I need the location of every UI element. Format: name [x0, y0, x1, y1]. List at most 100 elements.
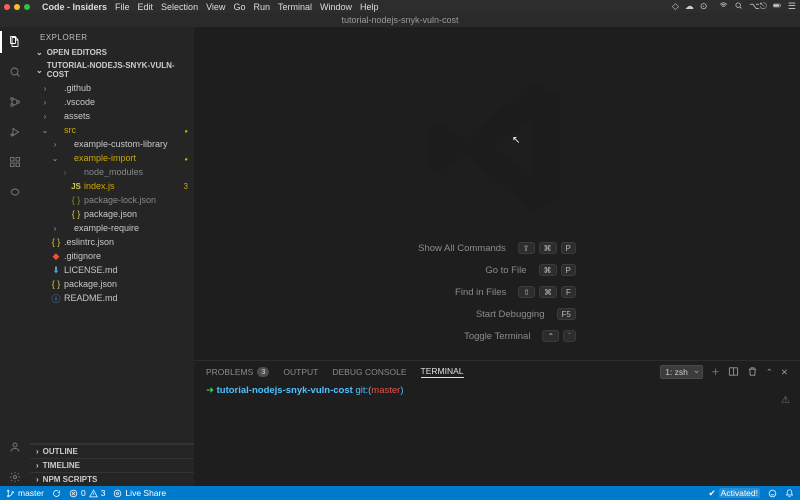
explorer-tab[interactable] — [6, 33, 24, 51]
live-share-tab[interactable] — [6, 183, 24, 201]
status-icon[interactable]: ⊙ — [700, 1, 708, 12]
file-icon: ⓘ — [50, 292, 62, 305]
activated-label: Activated! — [719, 488, 760, 498]
tree-row[interactable]: ›.github — [30, 81, 194, 95]
feedback-icon[interactable] — [768, 489, 777, 498]
git-branch-status[interactable]: master — [6, 488, 44, 498]
source-control-tab[interactable] — [6, 93, 24, 111]
tree-row[interactable]: ⬇LICENSE.md — [30, 263, 194, 277]
wifi-icon[interactable] — [719, 1, 728, 12]
file-tree: ›.github›.vscode›assets⌄src›example-cust… — [30, 81, 194, 443]
chevron-right-icon: › — [36, 475, 39, 484]
new-terminal-icon[interactable]: ＋ — [711, 366, 720, 378]
spotlight-icon[interactable] — [734, 1, 743, 12]
tree-row[interactable]: ›example-custom-library — [30, 137, 194, 151]
file-icon: { } — [70, 195, 82, 205]
menu-run[interactable]: Run — [253, 2, 270, 12]
notifications-icon[interactable] — [785, 489, 794, 498]
menu-file[interactable]: File — [115, 2, 130, 12]
tree-row[interactable]: ›example-require — [30, 221, 194, 235]
accounts-icon[interactable] — [6, 438, 24, 456]
tree-row[interactable]: ›node_modules — [30, 165, 194, 179]
window-title: tutorial-nodejs-snyk-vuln-cost — [0, 13, 800, 27]
extensions-tab[interactable] — [6, 153, 24, 171]
activated-status[interactable]: ✔ Activated! — [709, 488, 760, 499]
open-editors-section[interactable]: ⌄ OPEN EDITORS — [30, 46, 194, 59]
menu-extra-icon[interactable]: ☰ — [788, 1, 796, 12]
shortcut-label: Start Debugging — [476, 309, 545, 320]
minimize-window-icon[interactable] — [14, 4, 20, 10]
maximize-panel-icon[interactable]: ⌃ — [766, 367, 773, 378]
tree-row[interactable]: { }package.json — [30, 277, 194, 291]
outline-section[interactable]: ›OUTLINE — [30, 444, 194, 458]
sync-icon — [52, 489, 61, 498]
close-panel-icon[interactable]: ✕ — [781, 367, 788, 378]
tree-row[interactable]: { }.eslintrc.json — [30, 235, 194, 249]
tree-row[interactable]: ›.vscode — [30, 95, 194, 109]
status-icon[interactable]: ☁ — [685, 1, 694, 12]
terminal-body[interactable]: ➜ tutorial-nodejs-snyk-vuln-cost git:(ma… — [194, 383, 800, 486]
terminal-selector[interactable]: 1: zsh — [660, 365, 703, 379]
live-share-label: Live Share — [125, 488, 166, 498]
window-title-text: tutorial-nodejs-snyk-vuln-cost — [341, 15, 458, 25]
project-section[interactable]: ⌄ TUTORIAL-NODEJS-SNYK-VULN-COST — [30, 59, 194, 81]
zoom-window-icon[interactable] — [24, 4, 30, 10]
tree-row[interactable]: ⌄src — [30, 123, 194, 137]
problems-label: PROBLEMS — [206, 367, 253, 377]
settings-icon[interactable] — [6, 468, 24, 486]
tree-row[interactable]: { }package.json — [30, 207, 194, 221]
key-cap: ⌘ — [539, 242, 557, 254]
twisty-icon: ⌄ — [50, 154, 60, 163]
tree-row[interactable]: JSindex.js3 — [30, 179, 194, 193]
run-debug-tab[interactable] — [6, 123, 24, 141]
prompt-arrow-icon: ➜ — [206, 385, 217, 396]
tree-item-label: example-import — [74, 153, 180, 163]
shortcut-row: Toggle Terminal⌃` — [464, 330, 576, 342]
terminal-warning-icon[interactable]: ⚠ — [781, 395, 790, 406]
tree-row[interactable]: ⓘREADME.md — [30, 291, 194, 305]
sync-status[interactable] — [52, 489, 61, 498]
timeline-section[interactable]: ›TIMELINE — [30, 458, 194, 472]
output-tab[interactable]: OUTPUT — [283, 367, 318, 377]
activity-bar — [0, 27, 30, 486]
npm-scripts-section[interactable]: ›NPM SCRIPTS — [30, 472, 194, 486]
app-name[interactable]: Code - Insiders — [42, 2, 107, 12]
tree-row[interactable]: ◆.gitignore — [30, 249, 194, 263]
control-center-icon[interactable]: ⌥⎋ — [749, 1, 767, 12]
status-icon[interactable]: ◇ — [672, 1, 679, 12]
menu-terminal[interactable]: Terminal — [278, 2, 312, 12]
file-icon: JS — [70, 181, 82, 191]
menu-edit[interactable]: Edit — [138, 2, 154, 12]
live-share-status[interactable]: Live Share — [113, 488, 166, 498]
menu-view[interactable]: View — [206, 2, 225, 12]
key-cap: ⇧ — [518, 242, 535, 254]
file-icon: { } — [50, 279, 62, 289]
shortcut-label: Toggle Terminal — [464, 331, 530, 342]
problems-tab[interactable]: PROBLEMS 3 — [206, 367, 269, 377]
file-icon: ◆ — [50, 251, 62, 262]
terminal-tab[interactable]: TERMINAL — [421, 366, 464, 378]
tree-row[interactable]: { }package-lock.json — [30, 193, 194, 207]
modified-dot-icon — [184, 126, 188, 135]
tree-item-label: .vscode — [64, 97, 188, 107]
battery-icon[interactable] — [773, 1, 782, 12]
menu-window[interactable]: Window — [320, 2, 352, 12]
menu-help[interactable]: Help — [360, 2, 379, 12]
problems-status[interactable]: 0 3 — [69, 488, 105, 498]
prompt-git-close: ) — [400, 385, 403, 396]
shortcut-keys: ⌘P — [539, 264, 576, 276]
search-tab[interactable] — [6, 63, 24, 81]
twisty-icon: › — [50, 224, 60, 233]
tree-item-label: package.json — [64, 279, 188, 289]
menu-go[interactable]: Go — [233, 2, 245, 12]
tree-row[interactable]: ⌄ example-import — [30, 151, 194, 165]
prompt-git-label: git:( — [355, 385, 371, 396]
kill-terminal-icon[interactable] — [747, 366, 758, 379]
editor-area: ↖ Show All Commands⇧⌘PGo to File⌘PFind i… — [194, 27, 800, 486]
menu-selection[interactable]: Selection — [161, 2, 198, 12]
close-window-icon[interactable] — [4, 4, 10, 10]
tree-row[interactable]: ›assets — [30, 109, 194, 123]
split-terminal-icon[interactable] — [728, 366, 739, 379]
debug-console-tab[interactable]: DEBUG CONSOLE — [332, 367, 406, 377]
error-icon — [69, 489, 78, 498]
